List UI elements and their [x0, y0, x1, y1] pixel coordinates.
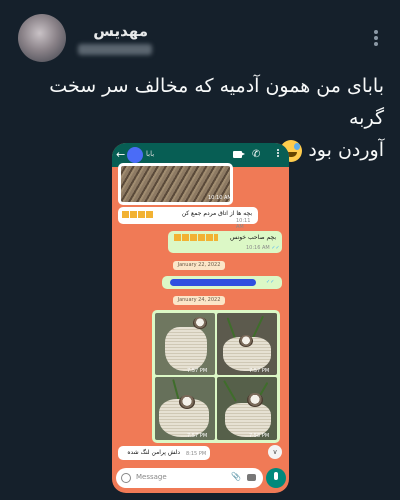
cat-photo[interactable]: 7:57 PM — [155, 377, 215, 440]
message-time: 10:10 AM — [208, 195, 232, 201]
message-input[interactable]: Message — [136, 473, 167, 481]
read-receipt-icon: ✓✓ — [266, 279, 275, 285]
plant-leaf — [223, 380, 237, 402]
display-name[interactable]: مهدیس — [93, 22, 148, 40]
tweet-text-line-1: بابای من همون آدمیه که مخالف سر سخت گربه — [49, 75, 384, 129]
flower-pot — [165, 327, 207, 371]
message-time: 10:16 AM ✓✓ — [246, 245, 280, 251]
photo-message[interactable]: 10:10 AM — [118, 163, 233, 205]
message-text: بچم صاحب خونس — [229, 234, 276, 241]
camera-icon[interactable] — [247, 474, 256, 481]
back-arrow-icon[interactable]: ← — [116, 148, 125, 161]
flower-pot — [225, 403, 271, 437]
message-input-bar[interactable]: Message 📎 — [116, 468, 263, 488]
cat-photo[interactable]: 7:57 PM — [217, 313, 277, 375]
photo-time: 7:57 PM — [187, 433, 208, 439]
message-time-text: 10:16 AM — [246, 245, 270, 251]
emoji-row-icon — [122, 211, 154, 218]
emoji-row-icon — [174, 234, 218, 241]
outgoing-message-redacted[interactable]: ✓✓ — [162, 276, 282, 289]
microphone-button[interactable] — [266, 468, 286, 488]
plant-leaf — [172, 379, 180, 401]
username-handle-blurred — [78, 44, 152, 55]
photo-time: 7:58 PM — [249, 433, 270, 439]
contact-name[interactable]: بابا — [146, 150, 154, 158]
message-time: 8:15 PM — [186, 451, 207, 457]
cat — [193, 317, 207, 329]
tweet-header: مهدیس — [0, 8, 400, 64]
avatar[interactable] — [18, 14, 66, 62]
cat — [247, 393, 263, 407]
date-separator: January 22, 2022 — [173, 261, 225, 270]
more-options-icon[interactable] — [364, 28, 388, 52]
contact-avatar-redacted[interactable] — [127, 147, 143, 163]
incoming-message[interactable]: دلش پرامن لنگ شده 8:15 PM — [118, 446, 210, 460]
chat-menu-icon[interactable] — [275, 148, 281, 162]
scroll-down-button[interactable]: ∨ — [268, 445, 282, 459]
attached-chat-screenshot[interactable]: ← بابا ✆ 10:10 AM بچه ها از اتاق مردم جم… — [112, 143, 289, 493]
cat-photo[interactable]: 7:57 PM — [155, 313, 215, 375]
message-text: دلش پرامن لنگ شده — [127, 449, 180, 456]
message-time: 10:11 AM — [236, 218, 251, 230]
read-receipt-icon: ✓✓ — [271, 245, 280, 251]
plant-leaf — [252, 315, 264, 339]
video-call-icon[interactable] — [233, 151, 245, 158]
redaction-mark — [170, 279, 256, 286]
message-text: بچه ها از اتاق مردم جمع کن — [181, 210, 252, 217]
attach-icon[interactable]: 📎 — [231, 472, 241, 481]
outgoing-message[interactable]: بچم صاحب خونس 10:16 AM ✓✓ — [168, 231, 282, 253]
phone-call-icon[interactable]: ✆ — [252, 149, 260, 160]
cat-photo[interactable]: 7:58 PM — [217, 377, 277, 440]
incoming-message[interactable]: بچه ها از اتاق مردم جمع کن 10:11 AM — [118, 207, 258, 230]
emoji-picker-icon[interactable] — [121, 473, 131, 483]
photo-time: 7:57 PM — [249, 368, 270, 374]
cat — [179, 395, 195, 409]
photo-time: 7:57 PM — [187, 368, 208, 374]
photo-album-message[interactable]: 7:57 PM 7:57 PM 7:57 PM 7:58 PM — [152, 310, 280, 443]
tweet-text-line-2-text: آوردن بود — [308, 139, 384, 161]
date-separator: January 24, 2022 — [173, 296, 225, 305]
cat — [239, 335, 253, 347]
